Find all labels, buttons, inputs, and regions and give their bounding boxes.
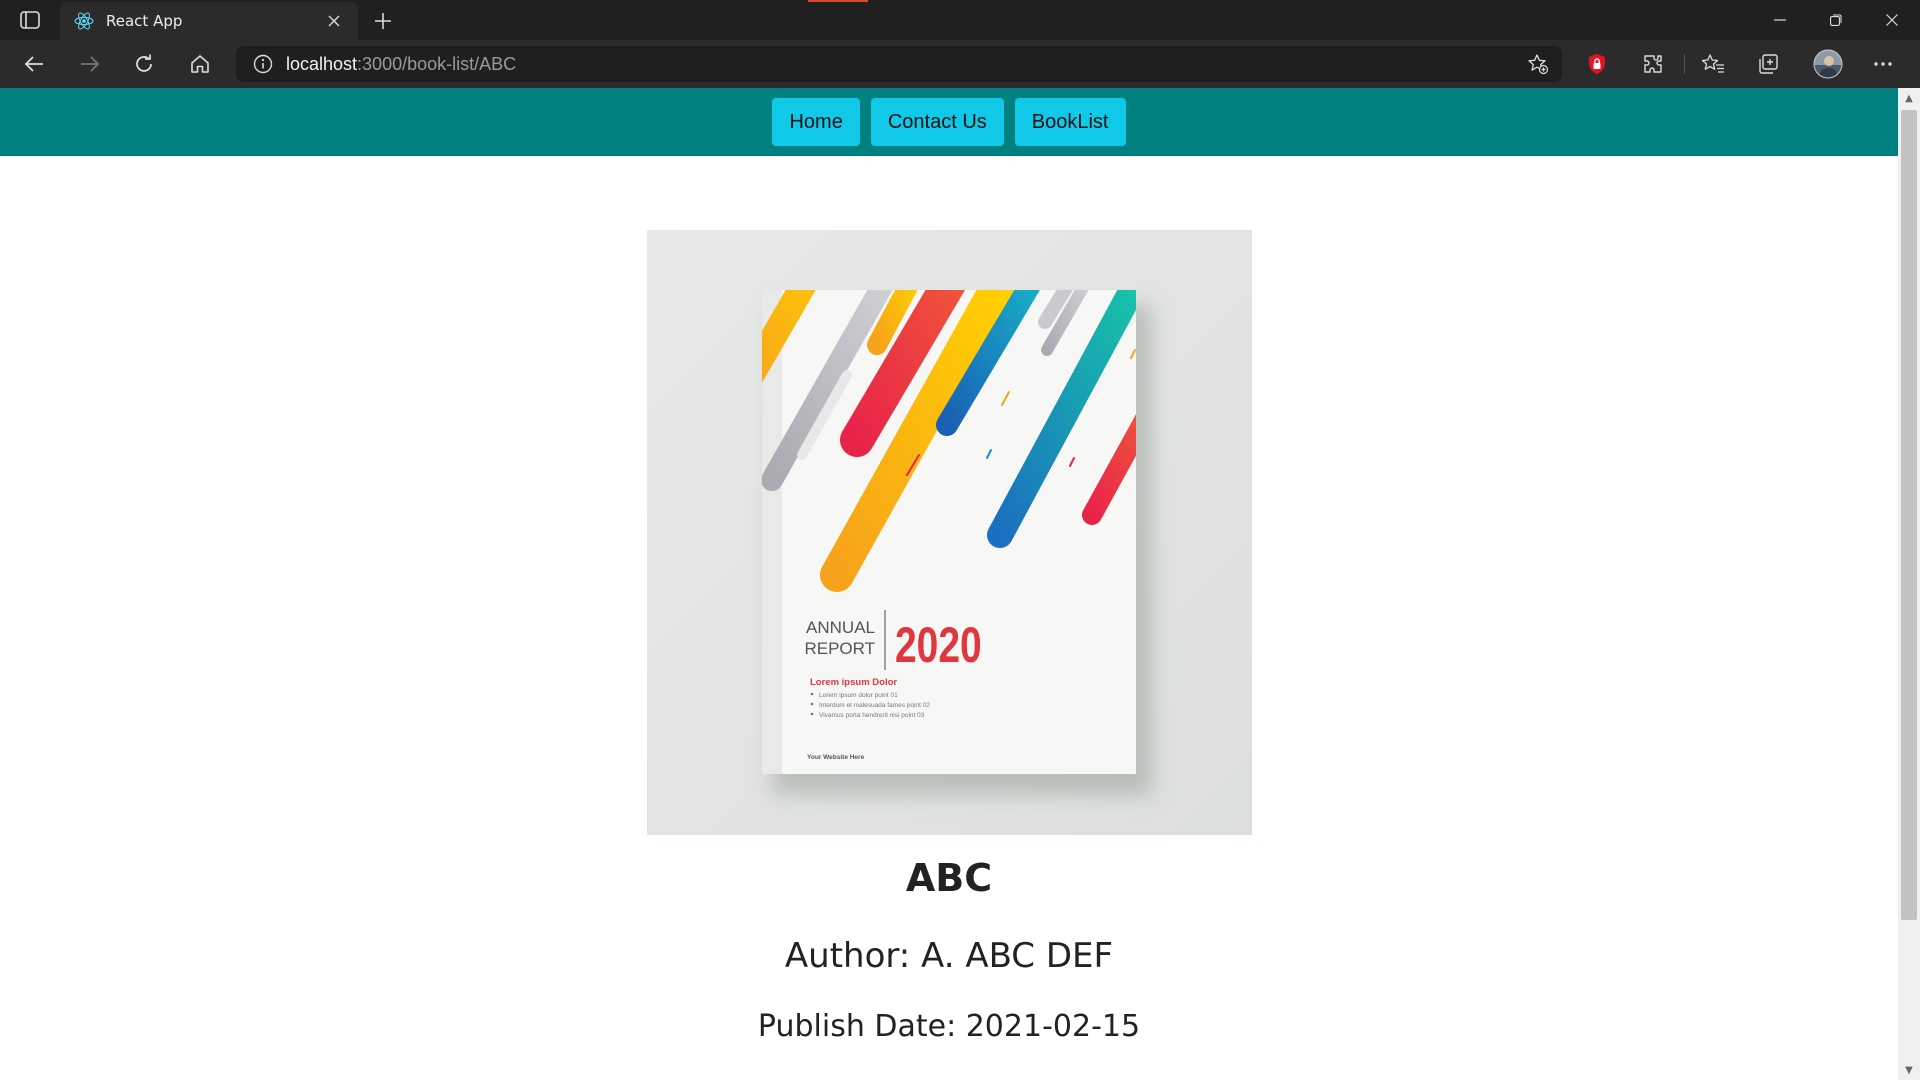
window-controls xyxy=(1752,0,1920,40)
close-window-icon[interactable] xyxy=(1864,0,1920,40)
site-info-icon[interactable] xyxy=(252,53,274,75)
extensions-icon[interactable] xyxy=(1638,50,1668,78)
book-author: Author: A. ABC DEF xyxy=(784,936,1114,976)
tab-close-icon[interactable] xyxy=(324,11,344,31)
password-manager-icon[interactable] xyxy=(1582,50,1612,78)
home-button[interactable]: Home xyxy=(772,98,860,146)
book-publish-date: Publish Date: 2021-02-15 xyxy=(757,1009,1141,1044)
home-icon[interactable] xyxy=(182,48,218,80)
new-tab-icon[interactable] xyxy=(368,6,398,36)
browser-toolbar: localhost:3000/book-list/ABC xyxy=(0,40,1920,88)
react-logo-icon xyxy=(74,11,94,31)
tab-actions-icon[interactable] xyxy=(16,8,44,32)
book-cover-image: ANNUAL REPORT 2020 Lorem ipsum Dolor Lor… xyxy=(647,230,1252,835)
minimize-icon[interactable] xyxy=(1752,0,1808,40)
contact-us-button[interactable]: Contact Us xyxy=(870,98,1004,146)
scrollbar-thumb[interactable] xyxy=(1901,110,1917,920)
collections-icon[interactable] xyxy=(1753,50,1783,78)
favorites-icon[interactable] xyxy=(1698,50,1728,78)
forward-arrow-icon[interactable] xyxy=(72,48,108,80)
cover-website: Your Website Here xyxy=(807,754,865,761)
refresh-icon[interactable] xyxy=(126,48,162,80)
cover-year: 2020 xyxy=(895,616,982,673)
restore-icon[interactable] xyxy=(1808,0,1864,40)
vertical-scrollbar[interactable]: ▲ ▼ xyxy=(1898,88,1920,1080)
cover-bullet-3: Vivamus porta hendrerit nisi point 03 xyxy=(819,712,925,719)
cover-title-line1: ANNUAL xyxy=(806,618,875,637)
cover-bullet-2: Interdum et malesuada fames point 02 xyxy=(819,702,930,709)
more-menu-icon[interactable] xyxy=(1868,50,1898,78)
cover-title-line2: REPORT xyxy=(804,639,875,658)
browser-tab[interactable]: React App xyxy=(60,2,358,40)
browser-titlebar: React App xyxy=(0,0,1920,40)
url-host: localhost xyxy=(286,53,358,74)
add-favorite-icon[interactable] xyxy=(1526,52,1550,76)
back-arrow-icon[interactable] xyxy=(16,48,52,80)
profile-avatar[interactable] xyxy=(1810,46,1846,82)
scroll-up-arrow-icon[interactable]: ▲ xyxy=(1898,88,1920,108)
url-path: :3000/book-list/ABC xyxy=(357,53,517,74)
address-bar[interactable]: localhost:3000/book-list/ABC xyxy=(236,46,1562,82)
scroll-down-arrow-icon[interactable]: ▼ xyxy=(1898,1060,1920,1080)
page-viewport: Home Contact Us BookList ANNUAL REPORT 2… xyxy=(0,88,1898,1080)
loading-indicator xyxy=(808,0,868,2)
booklist-button[interactable]: BookList xyxy=(1014,98,1126,146)
cover-subtitle: Lorem ipsum Dolor xyxy=(810,677,897,688)
site-navbar: Home Contact Us BookList xyxy=(0,88,1898,156)
tab-title: React App xyxy=(106,12,183,30)
book-title: ABC xyxy=(905,856,993,900)
cover-bullet-1: Lorem ipsum dolor point 01 xyxy=(819,692,898,699)
toolbar-separator xyxy=(1684,54,1685,74)
